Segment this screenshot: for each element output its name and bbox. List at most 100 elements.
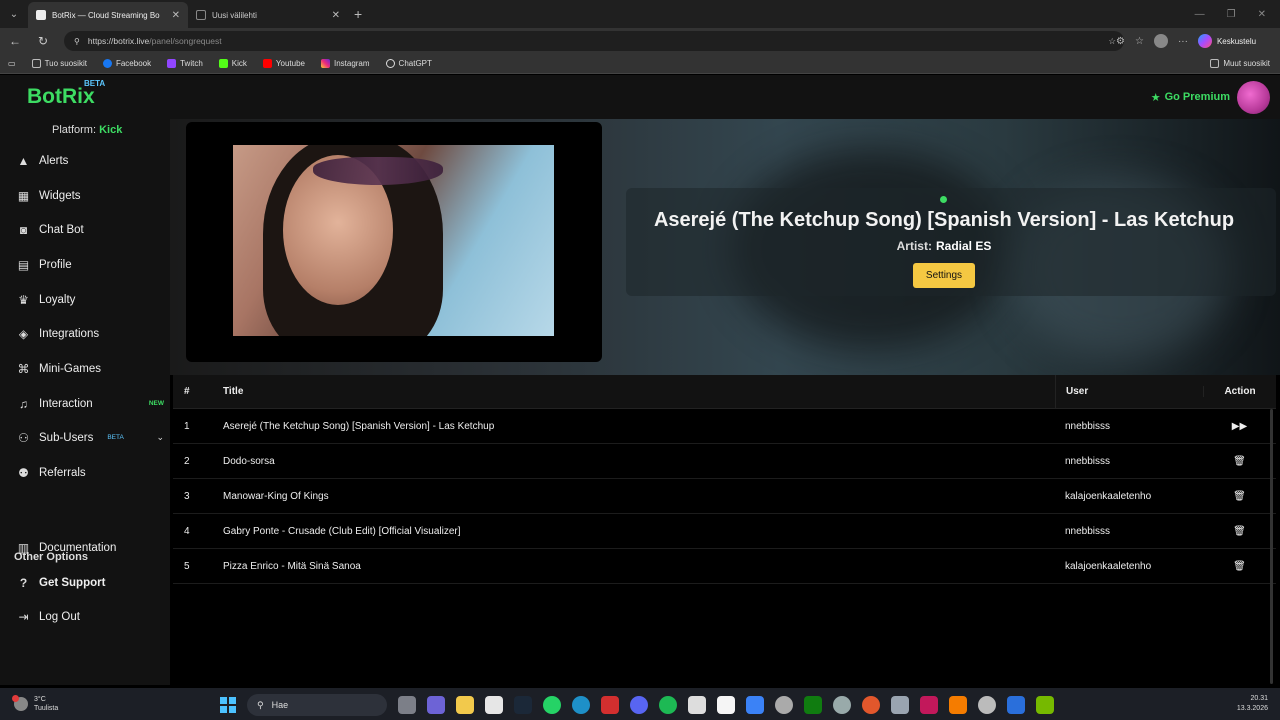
nvidia-icon[interactable] [1036,696,1054,714]
minimize-icon[interactable]: — [1195,9,1205,20]
table-row: 3 Manowar-King Of Kings kalajoenkaaleten… [173,479,1276,514]
tab-new[interactable]: Uusi välilehti ✕ [188,2,348,28]
go-premium-button[interactable]: ★ Go Premium [1151,91,1230,104]
user-avatar[interactable] [1237,80,1270,114]
chrome-icon[interactable] [978,696,996,714]
spotify-icon[interactable] [659,696,677,714]
app-l-icon[interactable] [601,696,619,714]
window-controls: — ❐ ✕ [1195,9,1280,20]
favorites-icon[interactable]: ☆ [1135,36,1144,47]
trash-icon[interactable]: 🗑 [1233,526,1246,537]
new-tab-plus-icon[interactable]: + [354,6,362,22]
bookmark-import[interactable]: Tuo suosikit [31,59,87,68]
bookmark-twitch[interactable]: Twitch [167,59,203,68]
sidebar-item-loyalty[interactable]: ♛ Loyalty [16,293,164,307]
sidebar-item-sub-users[interactable]: ⚇ Sub-Users BETA ⌄ [16,431,164,445]
snipping-icon[interactable] [1007,696,1025,714]
back-arrow-icon[interactable]: ← [8,34,22,48]
trash-icon[interactable]: 🗑 [1233,561,1246,572]
chevron-down-icon[interactable]: ⌄ [156,432,164,443]
gamepad-icon: ⌘ [17,361,30,376]
sidebar-toggle-icon[interactable]: ▭ [8,59,16,68]
botrix-favicon-icon [36,10,46,20]
tab-menu-chevron-icon[interactable]: ⌄ [0,0,28,28]
platform-value[interactable]: Kick [99,124,122,136]
discord-icon[interactable] [630,696,648,714]
settings-button[interactable]: Settings [913,263,975,288]
song-queue-table: # Title User Action 1 Aserejé (The Ketch… [173,374,1276,584]
queue-scrollbar[interactable] [1270,409,1273,684]
profile-avatar-icon[interactable] [1153,34,1168,48]
sidebar-item-chat-bot[interactable]: ◙ Chat Bot [16,223,164,237]
skip-icon[interactable]: ▶▶ [1232,421,1247,432]
settings-gear-icon[interactable] [775,696,793,714]
steam-icon[interactable] [514,696,532,714]
sidebar-item-log-out[interactable]: ⇥ Log Out [16,610,164,624]
whatsapp-icon[interactable] [543,696,561,714]
bookmark-other[interactable]: Muut suosikit [1210,59,1280,68]
table-row: 5 Pizza Enrico - Mitä Sinä Sanoa kalajoe… [173,549,1276,584]
store-icon[interactable] [485,696,503,714]
sidebar-item-alerts[interactable]: ▲ Alerts [16,154,164,168]
extensions-icon[interactable]: ⚙ [1116,36,1125,47]
sidebar-item-referrals[interactable]: ⚉ Referrals [16,466,164,480]
notepad-icon[interactable] [717,696,735,714]
weather-widget[interactable]: 3°C Tuulista [12,695,58,713]
windows-start-icon[interactable] [220,697,236,713]
now-playing-title: Aserejé (The Ketchup Song) [Spanish Vers… [653,209,1235,231]
bookmark-label: Tuo suosikit [44,59,87,68]
url-field[interactable]: ⚲ https://botrix.live/panel/songrequest … [64,31,1124,51]
xbox-icon[interactable] [804,696,822,714]
sidebar-item-get-support[interactable]: ? Get Support [16,576,164,590]
browser-icon[interactable] [862,696,880,714]
teams-icon[interactable] [427,696,445,714]
file-explorer-icon[interactable] [456,696,474,714]
sidebar-item-profile[interactable]: ▤ Profile [16,258,164,272]
favorite-star-icon[interactable]: ☆ [1108,36,1116,47]
bookmark-facebook[interactable]: Facebook [102,59,151,68]
taskbar-search[interactable]: ⚲ Hae [247,694,387,716]
sidebar-item-interaction[interactable]: ♫ Interaction NEW [16,397,164,411]
botrix-logo[interactable]: BotRix BETA [27,79,105,109]
gear-icon[interactable] [891,696,909,714]
close-window-icon[interactable]: ✕ [1258,9,1266,20]
row-number: 2 [184,455,190,467]
bookmark-chatgpt[interactable]: ChatGPT [385,59,432,68]
now-playing-hero: Aserejé (The Ketchup Song) [Spanish Vers… [170,119,1280,375]
bookmark-youtube[interactable]: Youtube [262,59,305,68]
mail-icon[interactable] [746,696,764,714]
system-clock[interactable]: 20.31 13.3.2026 [1237,694,1280,714]
sidebar-item-documentation[interactable]: ▥ Documentation [16,541,164,555]
task-view-icon[interactable] [398,696,416,714]
restore-icon[interactable]: ❐ [1227,9,1236,20]
more-menu-icon[interactable]: ··· [1178,36,1188,47]
table-row: 2 Dodo-sorsa nnebbisss 🗑 [173,444,1276,479]
logitech-icon[interactable] [688,696,706,714]
sidebar-item-label: Widgets [39,189,81,202]
bookmark-instagram[interactable]: Instagram [320,59,370,68]
reload-icon[interactable]: ↻ [36,34,50,48]
app-header: BotRix BETA ★ Go Premium [0,75,1280,119]
bookmark-kick[interactable]: Kick [218,59,247,68]
row-user: nnebbisss [1065,525,1111,537]
media-icon[interactable] [833,696,851,714]
trash-icon[interactable]: 🗑 [1233,491,1246,502]
close-tab-icon[interactable]: ✕ [172,10,180,21]
close-tab-icon[interactable]: ✕ [332,10,340,21]
copilot-chat-button[interactable]: Keskustelu [1197,34,1256,48]
video-player[interactable] [186,122,602,362]
sidebar-item-mini-games[interactable]: ⌘ Mini-Games [16,361,164,376]
site-info-icon[interactable]: ⚲ [74,37,80,46]
sidebar-item-widgets[interactable]: ▦ Widgets [16,189,164,203]
table-row: 4 Gabry Ponte - Crusade (Club Edit) [Off… [173,514,1276,549]
edge-icon[interactable] [572,696,590,714]
tab-botrix[interactable]: BotRix — Cloud Streaming Bo ✕ [28,2,188,28]
vlc-icon[interactable] [949,696,967,714]
premium-label: Go Premium [1164,91,1230,103]
trash-icon[interactable]: 🗑 [1233,456,1246,467]
sidebar-item-label: Chat Bot [39,223,84,236]
app-red-icon[interactable] [920,696,938,714]
sidebar-item-integrations[interactable]: ◈ Integrations [16,327,164,341]
bookmark-label: Kick [231,59,247,68]
row-number: 4 [184,525,190,537]
